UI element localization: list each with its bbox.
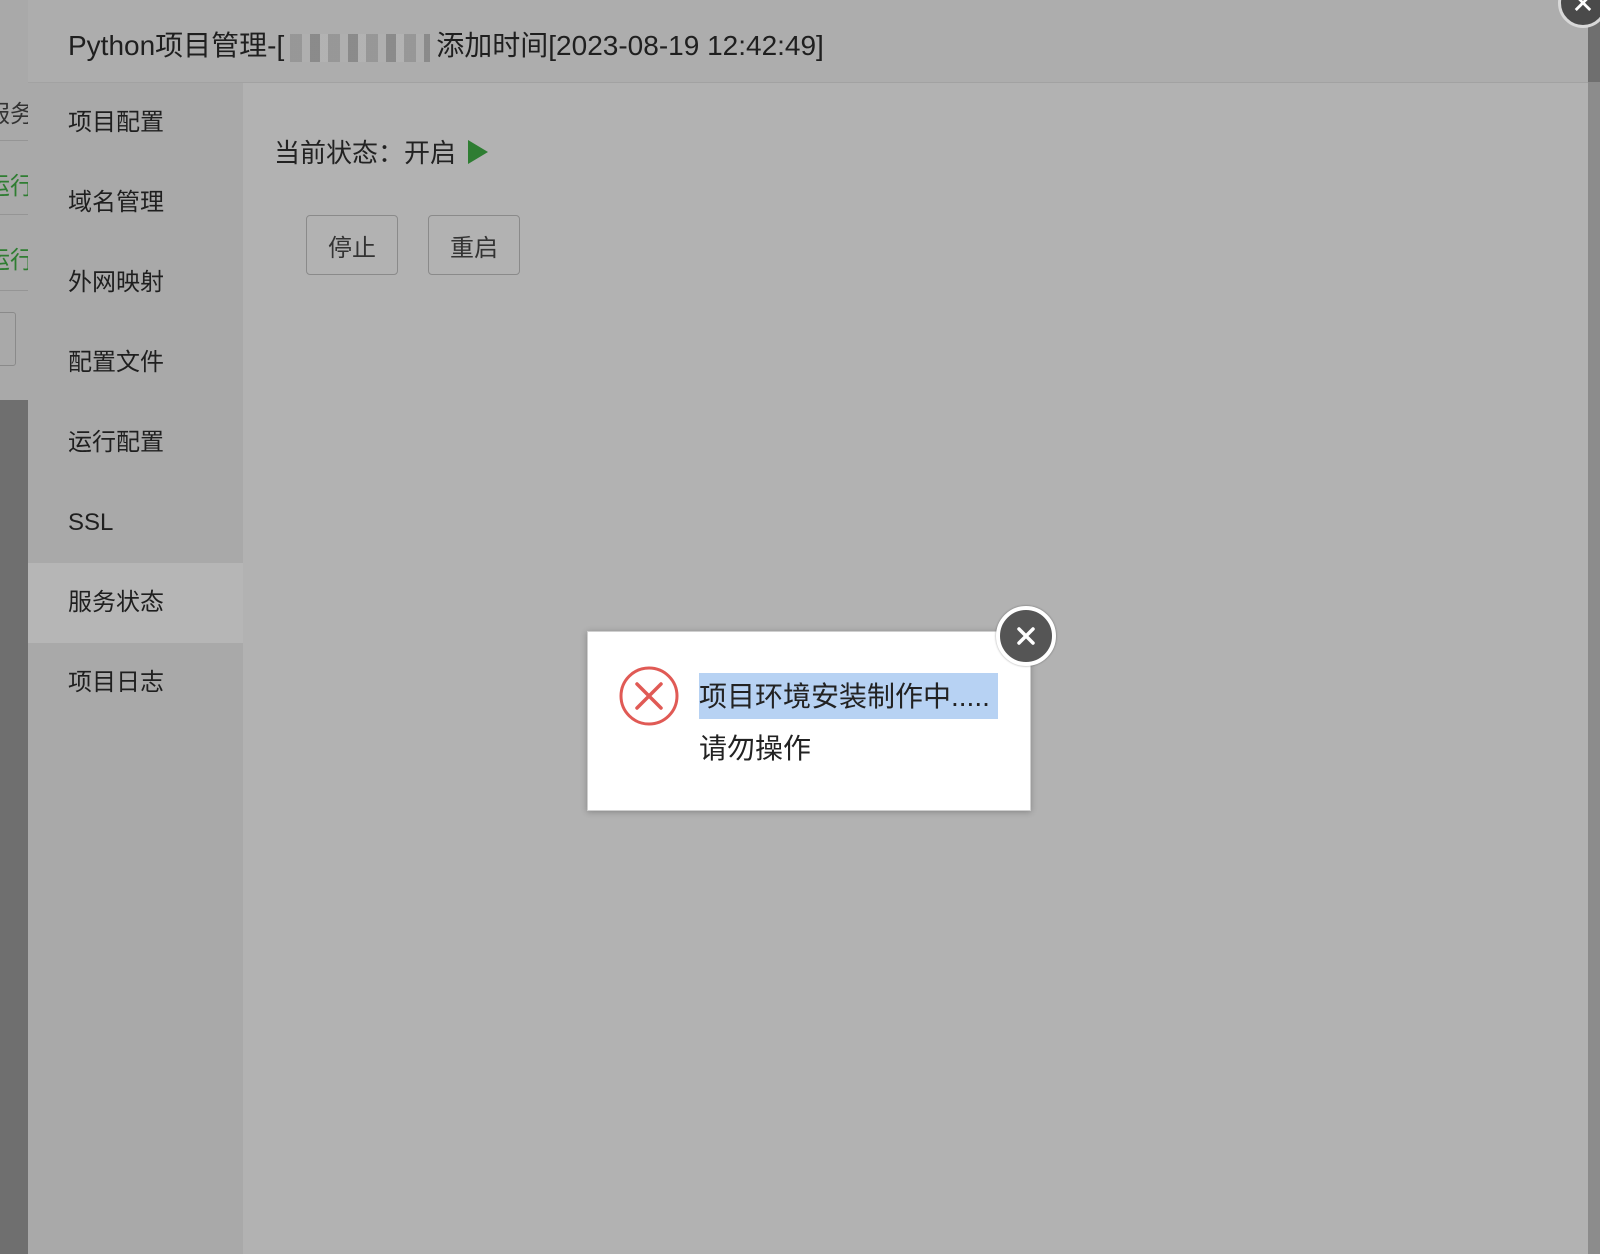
restart-button[interactable]: 重启	[428, 215, 520, 275]
dialog-title: Python项目管理-[ 添加时间[2023-08-19 12:42:49]	[68, 24, 824, 64]
bg-divider	[0, 214, 28, 215]
close-x-glyph	[1017, 627, 1035, 645]
sidebar-item-run-config[interactable]: 运行配置	[28, 403, 243, 483]
sidebar-item-port-mapping[interactable]: 外网映射	[28, 243, 243, 323]
bg-divider	[0, 290, 28, 291]
sidebar-item-ssl[interactable]: SSL	[28, 483, 243, 563]
status-value: 开启	[404, 138, 457, 168]
sidebar-item-project-config[interactable]: 项目配置	[28, 83, 243, 163]
sidebar-item-domain-management[interactable]: 域名管理	[28, 163, 243, 243]
sidebar-item-project-log[interactable]: 项目日志	[28, 643, 243, 723]
dialog-title-prefix: Python项目管理-[	[68, 30, 285, 61]
current-status: 当前状态： 开启	[274, 133, 489, 170]
project-manager-dialog: Python项目管理-[添加时间[2023-08-19 12:42:49] ✕ …	[28, 0, 1600, 1254]
popup-message-line2: 请勿操作	[699, 733, 812, 764]
dialog-sidebar: 项目配置 域名管理 外网映射 配置文件 运行配置 SSL 服务状态 项目日志	[28, 83, 243, 1254]
sidebar-item-service-status[interactable]: 服务状态	[28, 563, 243, 643]
popup-close-icon[interactable]	[996, 606, 1056, 666]
popup-message-line1: 项目环境安装制作中.....	[699, 673, 998, 719]
sidebar-item-config-file[interactable]: 配置文件	[28, 323, 243, 403]
dialog-titlebar: Python项目管理-[ 添加时间[2023-08-19 12:42:49]	[28, 0, 1588, 83]
status-label: 当前状态：	[274, 138, 405, 168]
error-x-icon	[619, 666, 679, 726]
bg-divider	[0, 140, 28, 141]
background-page-strip: 服务 运行 运行	[0, 0, 34, 400]
play-icon	[468, 139, 489, 164]
dialog-scrollbar[interactable]	[1588, 82, 1600, 1254]
dialog-title-timestamp: 添加时间[2023-08-19 12:42:49]	[436, 30, 824, 61]
error-popup: 项目环境安装制作中..... 请勿操作	[587, 631, 1031, 811]
redacted-project-name	[290, 33, 431, 62]
bg-button	[0, 312, 16, 366]
stop-button[interactable]: 停止	[306, 215, 398, 275]
